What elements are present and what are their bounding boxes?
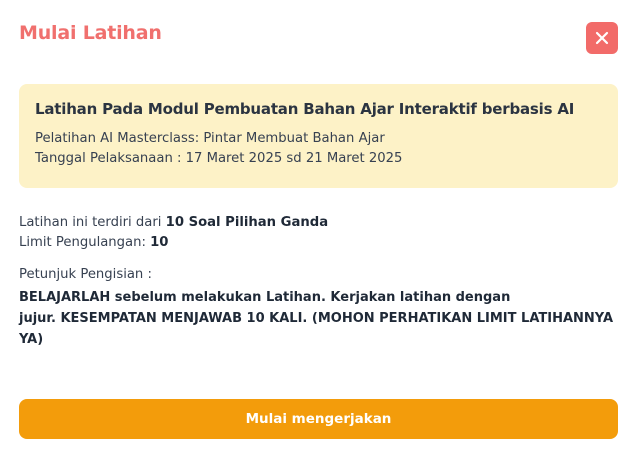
instructions-line-2: jujur. KESEMPATAN MENJAWAB 10 KALI. (MOH… [19,311,614,326]
training-date: Tanggal Pelaksanaan : 17 Maret 2025 sd 2… [35,151,403,166]
question-count-value: 10 Soal Pilihan Ganda [165,215,329,230]
repeat-limit-value: 10 [150,235,169,250]
module-info-box: Latihan Pada Modul Pembuatan Bahan Ajar … [19,84,618,188]
instructions-text: BELAJARLAH sebelum melakukan Latihan. Ke… [19,287,619,350]
start-exercise-modal: Mulai Latihan Latihan Pada Modul Pembuat… [0,0,640,454]
close-button[interactable] [586,22,618,54]
question-count-label: Latihan ini terdiri dari [19,215,166,230]
instructions-label: Petunjuk Pengisian : [19,267,152,282]
question-count-line: Latihan ini terdiri dari 10 Soal Pilihan… [19,213,619,233]
exercise-details: Latihan ini terdiri dari 10 Soal Pilihan… [19,213,619,350]
close-icon [595,31,609,45]
module-title: Latihan Pada Modul Pembuatan Bahan Ajar … [35,100,575,118]
repeat-limit-line: Limit Pengulangan: 10 [19,233,619,253]
instructions-line-1: BELAJARLAH sebelum melakukan Latihan. Ke… [19,290,511,305]
repeat-limit-label: Limit Pengulangan: [19,235,151,250]
start-button[interactable]: Mulai mengerjakan [19,399,618,439]
training-name: Pelatihan AI Masterclass: Pintar Membuat… [35,131,385,146]
instructions-line-3: YA) [19,332,44,347]
modal-title: Mulai Latihan [19,22,162,44]
